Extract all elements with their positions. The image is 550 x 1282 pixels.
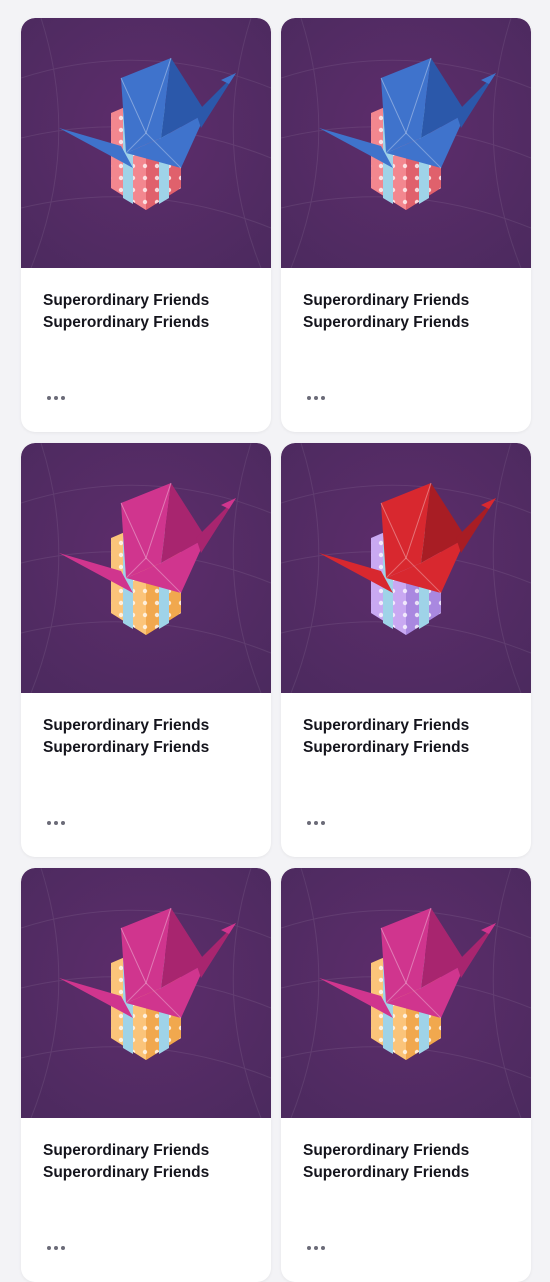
card-subtitle: Superordinary Friends [303,739,470,756]
nft-card[interactable]: Superordinary Friends Superordinary Frie… [21,868,271,1282]
card-title: Superordinary Friends [43,717,210,734]
card-title: Superordinary Friends [303,717,470,734]
more-horizontal-icon[interactable] [39,809,73,837]
nft-artwork[interactable] [21,18,271,268]
nft-artwork[interactable] [21,868,271,1118]
card-subtitle: Superordinary Friends [303,1164,470,1181]
nft-artwork[interactable] [21,443,271,693]
more-horizontal-icon[interactable] [299,809,333,837]
nft-card[interactable]: Superordinary Friends Superordinary Frie… [281,443,531,857]
nft-card[interactable]: Superordinary Friends Superordinary Frie… [21,18,271,432]
nft-card[interactable]: Superordinary Friends Superordinary Frie… [281,18,531,432]
nft-artwork[interactable] [281,18,531,268]
card-subtitle: Superordinary Friends [43,739,210,756]
more-horizontal-icon[interactable] [299,384,333,412]
nft-artwork[interactable] [281,443,531,693]
card-title: Superordinary Friends [43,292,210,309]
more-horizontal-icon[interactable] [39,1234,73,1262]
nft-card[interactable]: Superordinary Friends Superordinary Frie… [21,443,271,857]
nft-artwork[interactable] [281,868,531,1118]
card-subtitle: Superordinary Friends [43,1164,210,1181]
card-subtitle: Superordinary Friends [43,314,210,331]
more-horizontal-icon[interactable] [299,1234,333,1262]
nft-card[interactable]: Superordinary Friends Superordinary Frie… [281,868,531,1282]
card-title: Superordinary Friends [303,292,470,309]
nft-grid: Superordinary Friends Superordinary Frie… [0,0,550,1282]
card-subtitle: Superordinary Friends [303,314,470,331]
card-title: Superordinary Friends [303,1142,470,1159]
card-title: Superordinary Friends [43,1142,210,1159]
more-horizontal-icon[interactable] [39,384,73,412]
